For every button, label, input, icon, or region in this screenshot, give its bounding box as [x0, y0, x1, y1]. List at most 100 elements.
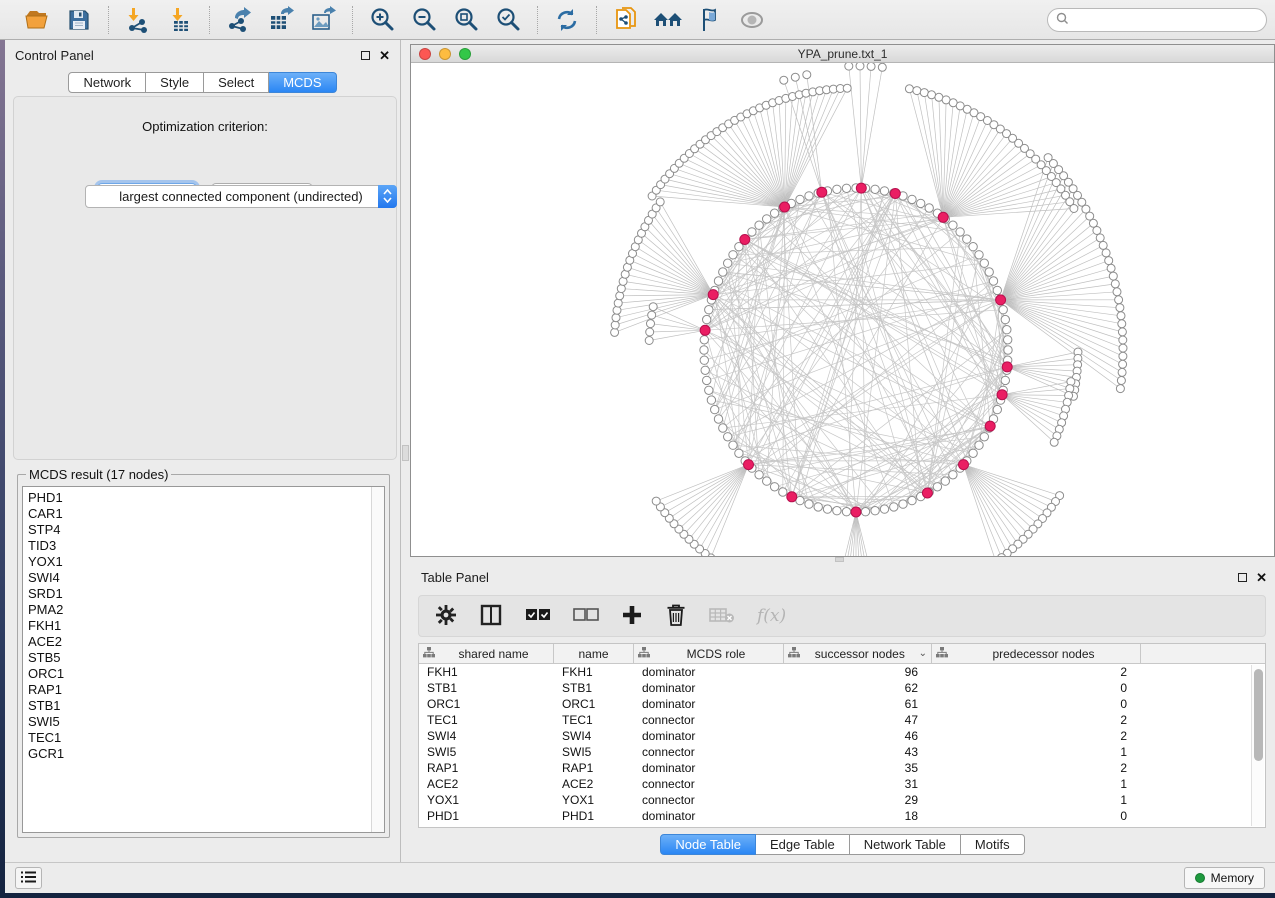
graph-node[interactable] [989, 277, 997, 285]
graph-leaf-node[interactable] [920, 89, 928, 97]
graph-leaf-node[interactable] [1070, 205, 1078, 213]
select-all-button[interactable] [525, 608, 551, 625]
graph-leaf-node[interactable] [780, 76, 788, 84]
table-row[interactable]: YOX1YOX1connector291 [419, 792, 1265, 808]
result-node[interactable]: ORC1 [28, 666, 384, 682]
graph-node[interactable] [814, 503, 822, 511]
graph-leaf-node[interactable] [1116, 304, 1124, 312]
graph-node[interactable] [707, 396, 715, 404]
graph-hub-node[interactable] [817, 187, 827, 197]
delete-table-button[interactable] [709, 606, 735, 627]
result-node[interactable]: PHD1 [28, 490, 384, 506]
table-row[interactable]: ORC1ORC1dominator610 [419, 696, 1265, 712]
graph-node[interactable] [917, 199, 925, 207]
graph-leaf-node[interactable] [1117, 377, 1125, 385]
graph-node[interactable] [714, 415, 722, 423]
table-row[interactable]: TEC1TEC1connector472 [419, 712, 1265, 728]
graph-hub-node[interactable] [851, 507, 861, 517]
graph-node[interactable] [703, 315, 711, 323]
search-field[interactable] [1047, 8, 1267, 32]
graph-hub-node[interactable] [996, 295, 1006, 305]
graph-leaf-node[interactable] [905, 85, 913, 93]
graph-hub-node[interactable] [708, 290, 718, 300]
result-node[interactable]: SWI5 [28, 714, 384, 730]
table-row[interactable]: SWI4SWI4dominator462 [419, 728, 1265, 744]
graph-node[interactable] [823, 505, 831, 513]
graph-node[interactable] [735, 449, 743, 457]
graph-node[interactable] [770, 209, 778, 217]
graph-node[interactable] [703, 376, 711, 384]
save-session-button[interactable] [64, 5, 94, 35]
graph-node[interactable] [719, 268, 727, 276]
graph-node[interactable] [871, 507, 879, 515]
graph-leaf-node[interactable] [1105, 257, 1113, 265]
graph-node[interactable] [899, 500, 907, 508]
graph-node[interactable] [755, 471, 763, 479]
close-panel-icon[interactable]: ✕ [379, 51, 390, 60]
graph-leaf-node[interactable] [791, 73, 799, 81]
deselect-all-button[interactable] [573, 608, 599, 625]
graph-leaf-node[interactable] [803, 71, 811, 79]
graph-node[interactable] [805, 192, 813, 200]
result-scrollbar[interactable] [371, 487, 384, 832]
graph-leaf-node[interactable] [649, 303, 657, 311]
graph-node[interactable] [805, 500, 813, 508]
optimization-criterion-select[interactable]: largest connected component (undirected) [85, 185, 397, 208]
graph-node[interactable] [925, 204, 933, 212]
result-node[interactable]: ACE2 [28, 634, 384, 650]
graph-hub-node[interactable] [740, 235, 750, 245]
column-header-predecessor-nodes[interactable]: predecessor nodes [932, 644, 1141, 663]
graph-hub-node[interactable] [959, 460, 969, 470]
tab-select[interactable]: Select [204, 72, 269, 93]
graph-leaf-node[interactable] [611, 321, 619, 329]
graph-leaf-node[interactable] [1118, 320, 1126, 328]
graph-hub-node[interactable] [744, 460, 754, 470]
graph-node[interactable] [748, 228, 756, 236]
graph-leaf-node[interactable] [1119, 344, 1127, 352]
graph-node[interactable] [701, 366, 709, 374]
graph-node[interactable] [880, 187, 888, 195]
graph-node[interactable] [763, 477, 771, 485]
zoom-out-button[interactable] [409, 5, 439, 35]
tab-node-table[interactable]: Node Table [660, 834, 756, 855]
eye-button[interactable] [737, 5, 767, 35]
graph-node[interactable] [969, 449, 977, 457]
graph-hub-node[interactable] [780, 202, 790, 212]
vertical-splitter[interactable] [400, 40, 410, 862]
graph-leaf-node[interactable] [1119, 360, 1127, 368]
graph-hub-node[interactable] [700, 325, 710, 335]
graph-node[interactable] [1001, 315, 1009, 323]
graph-node[interactable] [796, 195, 804, 203]
graph-leaf-node[interactable] [843, 84, 851, 92]
graph-leaf-node[interactable] [1115, 296, 1123, 304]
result-node[interactable]: SWI4 [28, 570, 384, 586]
graph-node[interactable] [833, 185, 841, 193]
graph-leaf-node[interactable] [1102, 249, 1110, 257]
graph-node[interactable] [1004, 336, 1012, 344]
zoom-fit-button[interactable] [451, 5, 481, 35]
graph-node[interactable] [941, 477, 949, 485]
graph-node[interactable] [842, 508, 850, 516]
result-node[interactable]: FKH1 [28, 618, 384, 634]
graph-node[interactable] [763, 215, 771, 223]
result-node[interactable]: STB5 [28, 650, 384, 666]
network-view-titlebar[interactable]: YPA_prune.txt_1 [411, 45, 1274, 63]
graph-node[interactable] [956, 228, 964, 236]
graph-node[interactable] [999, 306, 1007, 314]
graph-node[interactable] [842, 184, 850, 192]
graph-leaf-node[interactable] [1107, 264, 1115, 272]
graph-leaf-node[interactable] [614, 299, 622, 307]
flag-button[interactable] [695, 5, 725, 35]
graph-leaf-node[interactable] [1119, 352, 1127, 360]
graph-node[interactable] [985, 268, 993, 276]
graph-node[interactable] [711, 405, 719, 413]
column-header-shared-name[interactable]: shared name [419, 644, 554, 663]
export-table-button[interactable] [266, 5, 296, 35]
graph-hub-node[interactable] [1002, 362, 1012, 372]
graph-leaf-node[interactable] [878, 63, 886, 71]
graph-hub-node[interactable] [922, 488, 932, 498]
graph-node[interactable] [714, 277, 722, 285]
tab-edge-table[interactable]: Edge Table [756, 834, 850, 855]
close-panel-icon[interactable]: ✕ [1256, 573, 1267, 582]
result-node[interactable]: RAP1 [28, 682, 384, 698]
